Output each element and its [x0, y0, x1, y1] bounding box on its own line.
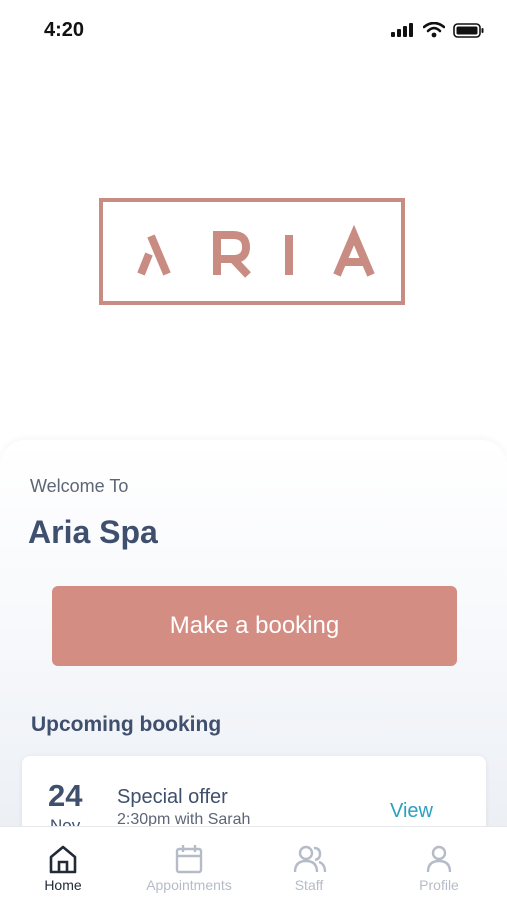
upcoming-booking-heading: Upcoming booking: [31, 713, 222, 736]
tab-profile-label: Profile: [419, 877, 459, 893]
battery-icon: [453, 22, 484, 38]
tab-staff-label: Staff: [294, 877, 324, 893]
booking-day: 24: [48, 778, 83, 813]
tab-home[interactable]: Home: [0, 827, 126, 901]
home-icon: [49, 845, 77, 874]
booking-title: Special offer: [117, 786, 228, 808]
status-icons: [391, 22, 485, 38]
wifi-icon: [423, 22, 445, 38]
view-booking-link[interactable]: View: [390, 800, 433, 823]
tab-appointments-label: Appointments: [146, 877, 232, 893]
person-icon: [426, 845, 452, 873]
tab-staff[interactable]: Staff: [246, 827, 372, 901]
aria-logo-lettering: [137, 224, 375, 278]
tab-home-label: Home: [44, 877, 82, 893]
tab-bar: Home Appointments Staff Profile: [0, 826, 507, 901]
tab-profile[interactable]: Profile: [376, 827, 502, 901]
tab-appointments[interactable]: Appointments: [126, 827, 252, 901]
spa-name: Aria Spa: [28, 514, 158, 550]
status-time: 4:20: [44, 19, 85, 41]
aria-logo: [99, 198, 405, 305]
signal-icon: [391, 23, 413, 37]
make-booking-button[interactable]: Make a booking: [52, 586, 457, 666]
welcome-label: Welcome To: [30, 476, 129, 496]
status-bar: 4:20: [0, 0, 507, 60]
calendar-icon: [175, 845, 203, 874]
people-icon: [293, 845, 327, 873]
